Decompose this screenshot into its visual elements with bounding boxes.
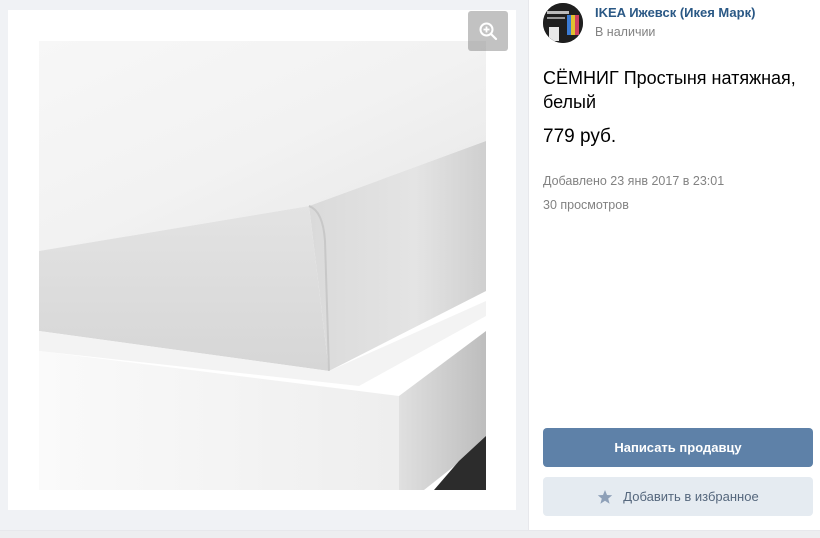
views-count: 30 просмотров — [543, 198, 629, 212]
zoom-button[interactable] — [468, 11, 508, 51]
contact-seller-label: Написать продавцу — [614, 440, 742, 455]
photo-card — [8, 10, 516, 510]
add-to-favorites-label: Добавить в избранное — [623, 489, 759, 504]
zoom-in-icon — [479, 22, 498, 41]
bottom-divider — [0, 530, 820, 538]
availability-status: В наличии — [595, 25, 656, 39]
contact-seller-button[interactable]: Написать продавцу — [543, 428, 813, 467]
seller-name-link[interactable]: IKEA Ижевск (Икея Марк) — [595, 5, 755, 20]
product-title: СЁМНИГ Простыня натяжная, белый — [543, 68, 796, 112]
product-photo[interactable] — [39, 41, 486, 490]
seller-block: IKEA Ижевск (Икея Марк) В наличии — [543, 3, 815, 43]
star-icon — [598, 489, 613, 504]
add-to-favorites-button[interactable]: Добавить в избранное — [543, 477, 813, 516]
product-price: 779 руб. — [543, 126, 617, 147]
seller-avatar[interactable] — [543, 3, 583, 43]
product-image-panel — [0, 0, 529, 530]
market-item-view: IKEA Ижевск (Икея Марк) В наличии СЁМНИГ… — [0, 0, 820, 538]
added-date: Добавлено 23 янв 2017 в 23:01 — [543, 174, 725, 188]
